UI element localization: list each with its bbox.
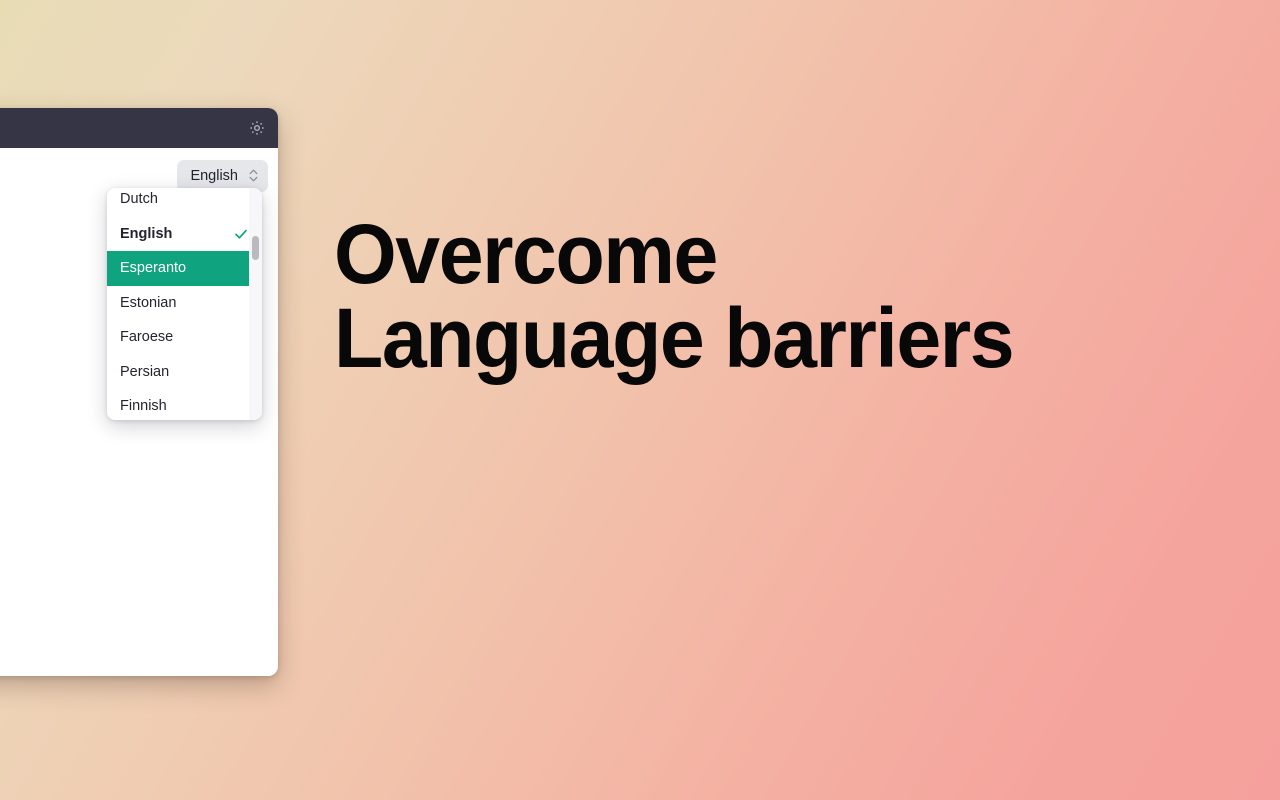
gear-icon[interactable] [249, 120, 265, 136]
language-select-value: English [190, 167, 238, 184]
list-item-label: Finnish [120, 398, 167, 415]
list-item[interactable]: English [107, 217, 262, 252]
chevron-up-down-icon [248, 167, 259, 184]
list-item[interactable]: Dutch [107, 188, 262, 217]
list-item[interactable]: Estonian [107, 286, 262, 321]
language-dropdown-list: Dutch English Esperanto Estonian Faroese… [107, 188, 262, 420]
list-item-label: Dutch [120, 191, 158, 208]
language-select-button[interactable]: English [177, 159, 268, 192]
dropdown-scrollbar-thumb[interactable] [252, 236, 259, 260]
page-title-line-1: Overcome [334, 207, 718, 301]
list-item-label: Esperanto [120, 260, 187, 277]
page-title: Overcome Language barriers [334, 212, 1094, 380]
dropdown-scrollbar[interactable] [249, 188, 262, 420]
list-item-label: Faroese [120, 329, 174, 346]
list-item[interactable]: Finnish [107, 389, 262, 420]
list-item[interactable]: Faroese [107, 320, 262, 355]
list-item-label: Persian [120, 363, 170, 380]
list-item[interactable]: Esperanto [107, 251, 262, 286]
window-titlebar [0, 108, 278, 148]
page-title-line-2: Language barriers [334, 291, 1015, 385]
check-icon [234, 227, 248, 241]
list-item[interactable]: Persian [107, 355, 262, 390]
list-item-label: Estonian [120, 294, 177, 311]
list-item-label: English [120, 225, 173, 242]
language-dropdown[interactable]: Dutch English Esperanto Estonian Faroese… [107, 188, 262, 420]
